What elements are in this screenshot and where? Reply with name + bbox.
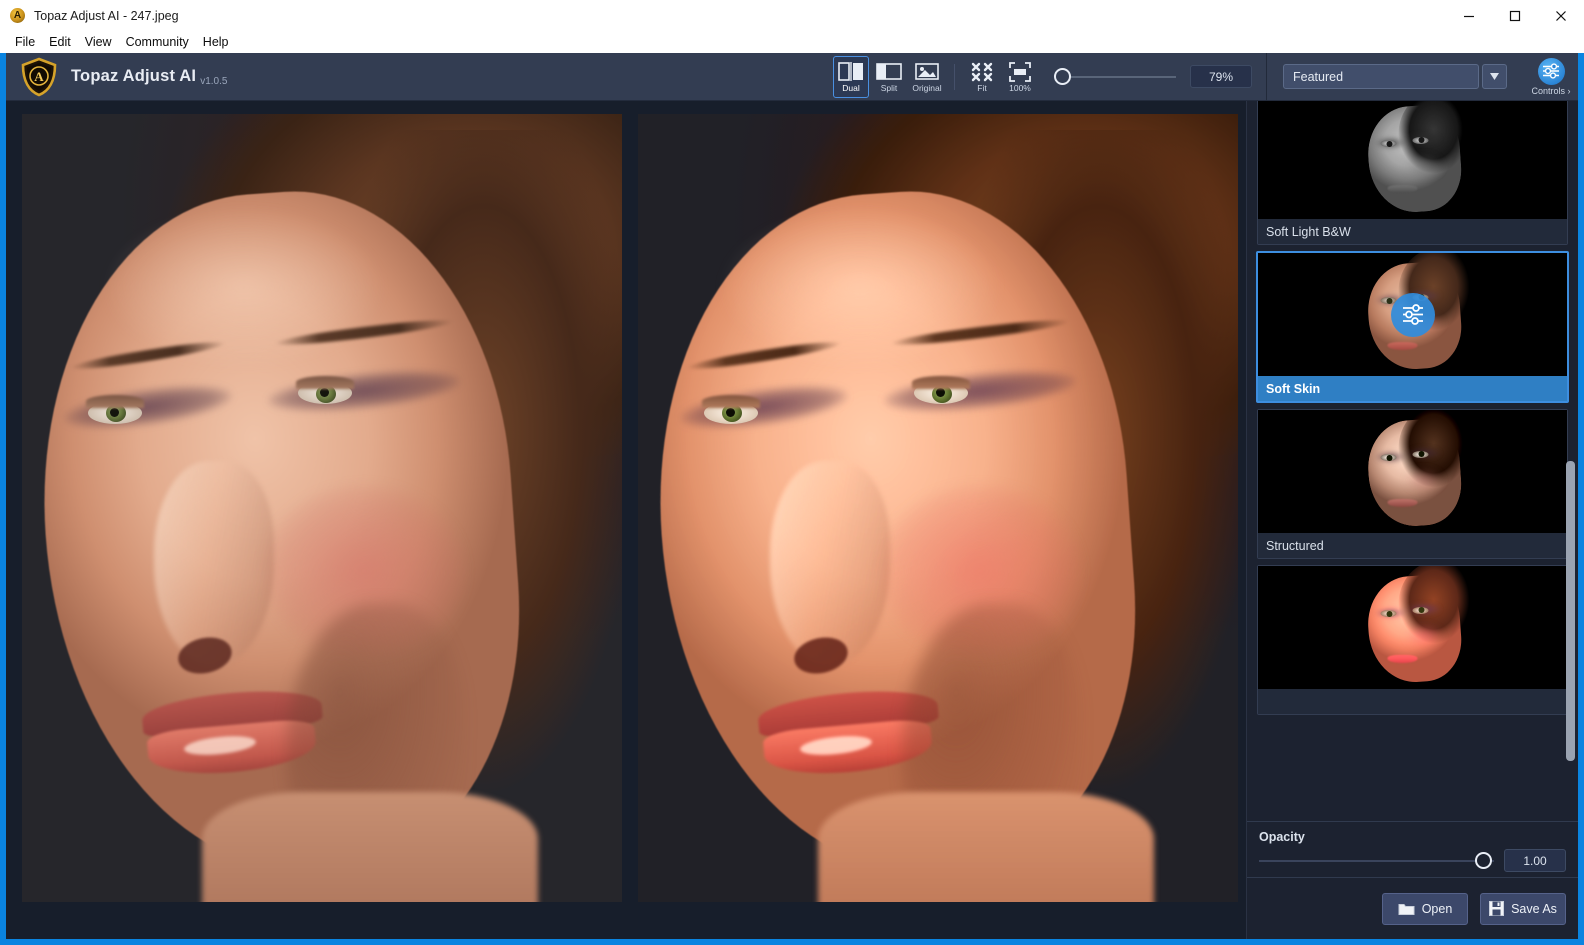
view-mode-dual[interactable]: Dual (833, 55, 869, 98)
floppy-disk-icon (1489, 901, 1505, 916)
preset-category-area: Featured (1267, 64, 1507, 89)
brand-area: A Topaz Adjust AI v1.0.5 (6, 56, 227, 98)
main-toolbar: A Topaz Adjust AI v1.0.5 Dual Split Orig… (6, 53, 1578, 101)
preset-side-panel: Soft Light B&W Soft Skin Structured Opac… (1246, 101, 1578, 939)
preset-category-select[interactable]: Featured (1283, 64, 1479, 89)
view-mode-split-label: Split (880, 82, 898, 93)
menu-help[interactable]: Help (196, 33, 236, 51)
brand-version: v1.0.5 (200, 76, 228, 87)
sliders-icon[interactable] (1390, 292, 1435, 337)
preset-item-structured[interactable]: Structured (1257, 409, 1568, 559)
zoom-fit-button[interactable]: Fit (964, 56, 1000, 98)
preset-thumbnail (1258, 101, 1567, 219)
controls-button[interactable]: Controls › (1524, 55, 1578, 99)
fit-to-window-icon (971, 61, 993, 83)
processed-preview[interactable] (638, 114, 1238, 902)
preset-list-scrollbar[interactable] (1566, 105, 1575, 817)
original-image-icon (914, 61, 940, 83)
dual-view-icon (838, 61, 864, 83)
opacity-label: Opacity (1259, 830, 1305, 844)
application-window: Topaz Adjust AI - 247.jpeg File Edit Vie… (0, 0, 1584, 945)
preset-item-warm[interactable] (1257, 565, 1568, 715)
menu-view[interactable]: View (78, 33, 119, 51)
preset-list[interactable]: Soft Light B&W Soft Skin Structured (1247, 101, 1578, 821)
menu-community[interactable]: Community (119, 33, 196, 51)
folder-icon (1398, 902, 1415, 916)
scrollbar-thumb[interactable] (1566, 461, 1575, 761)
menu-file[interactable]: File (8, 33, 42, 51)
window-title: Topaz Adjust AI - 247.jpeg (34, 8, 179, 23)
opacity-slider-knob[interactable] (1475, 852, 1492, 869)
preset-thumbnail-image (1355, 410, 1470, 533)
opacity-slider-track (1259, 860, 1494, 862)
opacity-section: Opacity 1.00 (1247, 821, 1578, 877)
open-button-label: Open (1421, 901, 1453, 916)
zoom-level-value[interactable]: 79% (1190, 65, 1252, 88)
opacity-slider[interactable]: 1.00 (1259, 849, 1566, 872)
preset-thumbnail (1258, 566, 1567, 689)
view-mode-dual-label: Dual (842, 82, 860, 93)
preset-label (1258, 689, 1567, 714)
chevron-down-icon[interactable] (1482, 64, 1507, 89)
action-button-row: Open Save As (1247, 877, 1578, 939)
preset-label: Soft Skin (1258, 376, 1567, 401)
zoom-mode-group: Fit 100% (964, 56, 1038, 98)
view-mode-original[interactable]: Original (909, 56, 945, 98)
save-as-button-label: Save As (1511, 901, 1557, 916)
split-view-icon (876, 61, 902, 83)
brand-name: Topaz Adjust AI (71, 67, 197, 85)
preset-label: Soft Light B&W (1258, 219, 1567, 244)
topaz-shield-icon: A (18, 56, 60, 98)
menu-edit[interactable]: Edit (42, 33, 78, 51)
zoom-slider-knob[interactable] (1054, 67, 1071, 85)
view-mode-split[interactable]: Split (871, 56, 907, 98)
zoom-slider-track (1064, 75, 1176, 78)
maximize-button[interactable] (1492, 0, 1538, 31)
opacity-value[interactable]: 1.00 (1504, 849, 1566, 872)
toolbar-divider (954, 63, 955, 90)
zoom-100-button[interactable]: 100% (1002, 56, 1038, 98)
preset-thumbnail (1258, 410, 1567, 533)
menu-bar: File Edit View Community Help (0, 31, 1584, 53)
preset-label: Structured (1258, 533, 1567, 558)
controls-button-label: Controls › (1531, 85, 1571, 96)
zoom-fit-label: Fit (977, 82, 987, 93)
close-button[interactable] (1538, 0, 1584, 31)
portrait-image-original (22, 114, 622, 902)
portrait-image-processed (638, 114, 1238, 902)
zoom-100-label: 100% (1009, 82, 1031, 93)
topaz-shield-icon (10, 8, 25, 23)
zoom-100-icon (1009, 61, 1031, 83)
view-mode-group: Dual Split Original (833, 55, 945, 98)
preset-thumbnail-image (1355, 566, 1470, 689)
minimize-button[interactable] (1446, 0, 1492, 31)
sliders-icon (1537, 57, 1565, 85)
original-preview[interactable] (22, 114, 622, 902)
preset-thumbnail-image (1355, 101, 1470, 219)
app-body: A Topaz Adjust AI v1.0.5 Dual Split Orig… (6, 53, 1578, 939)
zoom-slider[interactable] (1052, 66, 1176, 88)
svg-text:A: A (34, 69, 44, 84)
open-button[interactable]: Open (1382, 892, 1468, 925)
preset-item-soft-skin[interactable]: Soft Skin (1256, 251, 1569, 403)
title-bar: Topaz Adjust AI - 247.jpeg (0, 0, 1584, 31)
title-bar-left: Topaz Adjust AI - 247.jpeg (0, 8, 179, 23)
save-as-button[interactable]: Save As (1480, 892, 1566, 925)
preset-thumbnail (1258, 253, 1567, 376)
preset-item-soft-light-bw[interactable]: Soft Light B&W (1257, 101, 1568, 245)
view-mode-original-label: Original (912, 82, 942, 93)
image-canvas (6, 101, 1246, 939)
